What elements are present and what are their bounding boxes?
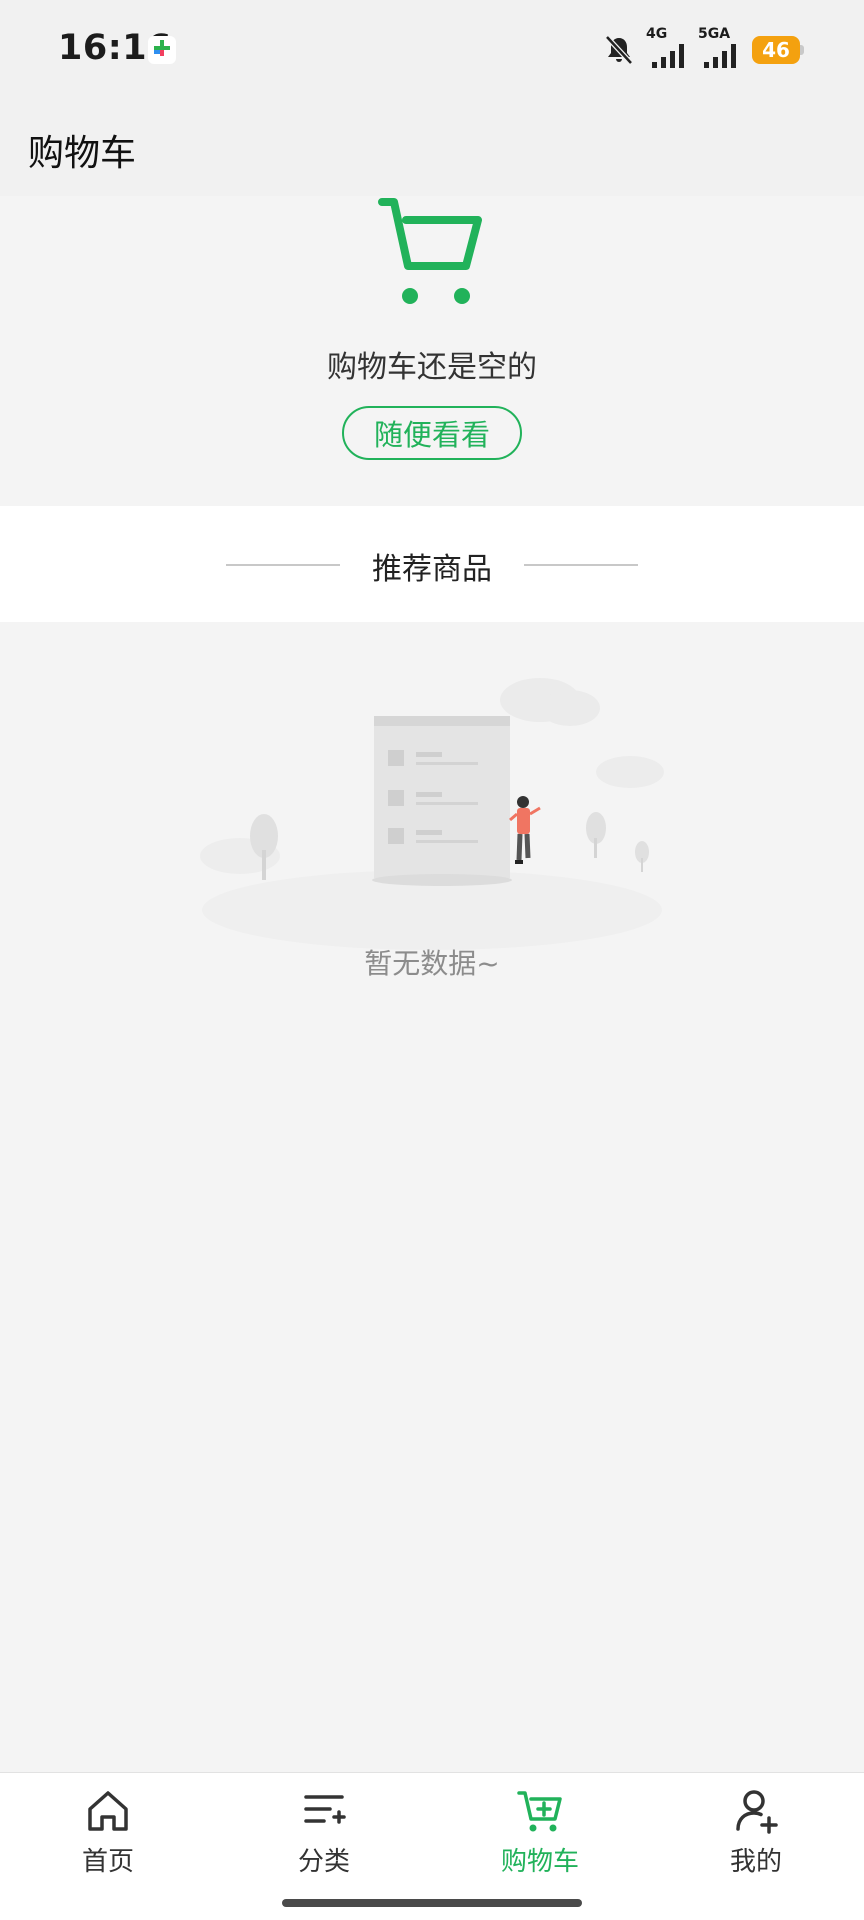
page-header: 购物车	[0, 100, 864, 196]
status-bar: 16:16 4G 5GA 46	[0, 0, 864, 100]
nav-label-home: 首页	[81, 1847, 134, 1877]
battery-level: 46	[762, 38, 790, 62]
browse-button[interactable]: 随便看看	[342, 406, 522, 460]
app-badge-icon	[148, 36, 176, 64]
nav-item-profile[interactable]: 我的	[686, 1787, 826, 1887]
cart-add-icon	[517, 1791, 562, 1832]
nav-item-home[interactable]: 首页	[38, 1787, 178, 1887]
network-4g: 4G	[644, 26, 688, 70]
no-data-message: 暂无数据~	[364, 947, 500, 980]
no-data-section: 暂无数据~	[0, 622, 864, 1772]
divider-right	[524, 564, 638, 566]
home-icon	[88, 1791, 128, 1831]
nav-item-cart[interactable]: 购物车	[470, 1787, 610, 1887]
empty-cart-section: 购物车还是空的 随便看看	[0, 196, 864, 506]
empty-state-illustration	[200, 678, 664, 950]
bottom-nav: 首页 分类 购物车 我的	[0, 1772, 864, 1920]
cart-screen: 16:16 4G 5GA 46 购物车 购物车还是空的 随便看看 推荐商品 暂无…	[0, 0, 864, 1920]
nav-item-category[interactable]: 分类	[254, 1787, 394, 1887]
page-title: 购物车	[28, 133, 137, 174]
nav-label-cart: 购物车	[500, 1847, 579, 1877]
network-5ga-label: 5GA	[698, 26, 731, 42]
signal-icon	[704, 44, 736, 68]
network-4g-label: 4G	[646, 26, 668, 42]
nav-label-profile: 我的	[729, 1847, 782, 1877]
mute-bell-icon	[605, 35, 633, 65]
shopping-cart-icon	[378, 198, 482, 304]
empty-cart-message: 购物车还是空的	[327, 350, 537, 385]
user-add-icon	[736, 1790, 778, 1834]
recommend-header: 推荐商品	[0, 506, 864, 622]
battery-icon: 46	[752, 36, 804, 64]
signal-icon	[652, 44, 684, 68]
nav-label-category: 分类	[297, 1847, 350, 1877]
status-icons: 4G 5GA 46	[602, 26, 804, 72]
recommend-title: 推荐商品	[372, 552, 492, 587]
network-5ga: 5GA	[696, 26, 740, 70]
home-indicator[interactable]	[282, 1899, 582, 1907]
category-list-icon	[304, 1795, 346, 1824]
